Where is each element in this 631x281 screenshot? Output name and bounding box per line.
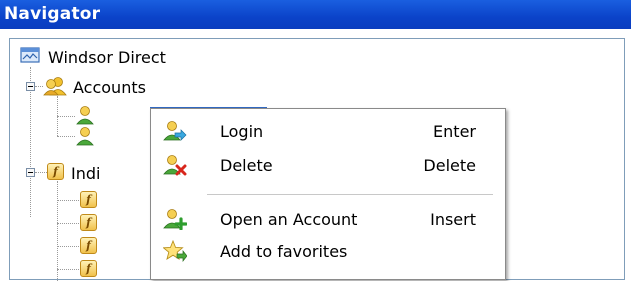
function-icon[interactable]: f	[80, 237, 97, 254]
function-icon[interactable]: f	[80, 260, 97, 277]
tree-node-indicators[interactable]: Indi	[71, 164, 100, 183]
menu-item-shortcut: Delete	[423, 156, 476, 175]
tree-node-accounts[interactable]: Accounts	[73, 78, 146, 97]
favorites-star-icon	[162, 239, 188, 266]
users-group-icon	[43, 76, 67, 100]
delete-user-icon	[163, 154, 187, 180]
menu-item-label: Add to favorites	[220, 242, 348, 261]
menu-item-login[interactable]: Login Enter	[151, 115, 505, 147]
collapse-indicators-toggle[interactable]	[26, 168, 35, 177]
tree-node-windsor-direct[interactable]: Windsor Direct	[48, 48, 166, 67]
menu-item-shortcut: Enter	[433, 122, 476, 141]
user-icon[interactable]	[75, 126, 95, 150]
menu-item-shortcut: Insert	[430, 210, 476, 229]
menu-item-add-favorites[interactable]: Add to favorites	[151, 235, 505, 267]
menu-item-label: Login	[220, 122, 264, 141]
collapse-accounts-toggle[interactable]	[26, 82, 35, 91]
function-icon[interactable]: f	[80, 214, 97, 231]
menu-item-open-account[interactable]: Open an Account Insert	[151, 203, 505, 235]
function-icon: f	[47, 163, 64, 180]
window-title: Navigator	[0, 0, 631, 29]
context-menu: Login Enter Delete Delete Open an Accoun…	[150, 108, 506, 280]
add-user-icon	[163, 208, 188, 234]
menu-item-label: Open an Account	[220, 210, 358, 229]
network-icon	[20, 47, 40, 69]
function-icon[interactable]: f	[80, 191, 97, 208]
login-icon	[163, 120, 187, 146]
menu-item-label: Delete	[220, 156, 273, 175]
menu-separator	[207, 194, 493, 195]
menu-item-delete[interactable]: Delete Delete	[151, 149, 505, 181]
